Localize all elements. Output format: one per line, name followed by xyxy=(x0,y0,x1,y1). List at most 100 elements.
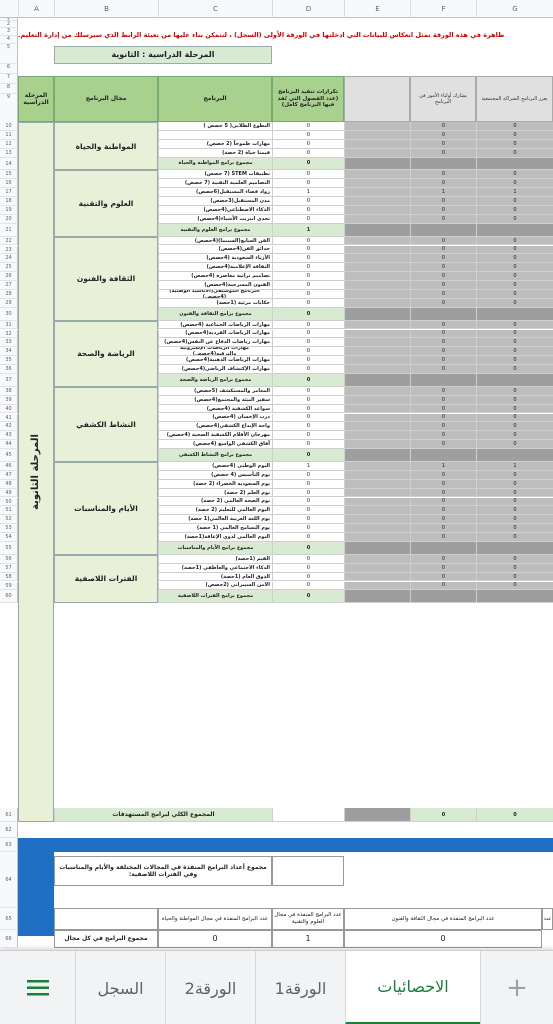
count-cell[interactable]: 0 xyxy=(272,533,344,542)
parents-cell[interactable]: 0 xyxy=(410,214,476,224)
row-header[interactable]: 24 xyxy=(0,254,18,264)
count-cell[interactable]: 0 xyxy=(272,236,344,246)
parents-cell[interactable]: 0 xyxy=(410,515,476,525)
blank-cell-e[interactable] xyxy=(344,338,410,348)
row-header[interactable]: 26 xyxy=(0,272,18,282)
parents-cell[interactable]: 0 xyxy=(410,524,476,534)
row-header[interactable]: 66 xyxy=(0,930,18,948)
row-header[interactable]: 57 xyxy=(0,563,18,573)
blank-cell-e[interactable] xyxy=(344,461,410,471)
count-cell[interactable]: 0 xyxy=(272,139,344,149)
row-header[interactable]: 10 xyxy=(0,122,18,131)
count-cell[interactable]: 1 xyxy=(272,188,344,198)
row-header[interactable]: 4 xyxy=(0,36,18,44)
blank-cell-e[interactable] xyxy=(344,329,410,339)
blank-cell-e[interactable] xyxy=(344,254,410,264)
row-header[interactable]: 42 xyxy=(0,422,18,432)
community-cell[interactable]: 0 xyxy=(476,139,553,149)
row-header[interactable]: 14 xyxy=(0,157,18,171)
row-header[interactable]: 11 xyxy=(0,130,18,140)
community-cell[interactable]: 0 xyxy=(476,413,553,423)
row-header[interactable]: 64 xyxy=(0,852,18,908)
row-header[interactable]: 25 xyxy=(0,263,18,273)
community-cell[interactable]: 0 xyxy=(476,470,553,480)
parents-cell[interactable]: 0 xyxy=(410,139,476,149)
row-header[interactable]: 28 xyxy=(0,290,18,299)
parents-cell[interactable]: 0 xyxy=(410,206,476,215)
count-cell[interactable]: 0 xyxy=(272,515,344,525)
blank-cell-e[interactable] xyxy=(344,206,410,215)
row-header[interactable]: 51 xyxy=(0,506,18,516)
row-header[interactable]: 41 xyxy=(0,413,18,423)
blank-cell-e[interactable] xyxy=(344,515,410,525)
sheet-list-menu[interactable] xyxy=(0,951,75,1024)
row-header[interactable]: 56 xyxy=(0,554,18,564)
row-header[interactable]: 27 xyxy=(0,281,18,290)
community-cell[interactable]: 0 xyxy=(476,404,553,414)
count-cell[interactable]: 0 xyxy=(272,488,344,498)
blank-cell-e[interactable] xyxy=(344,497,410,507)
count-cell[interactable]: 0 xyxy=(272,298,344,308)
blank-cell-e[interactable] xyxy=(344,188,410,198)
blank-cell-e[interactable] xyxy=(344,365,410,374)
blank-cell-e[interactable] xyxy=(344,263,410,273)
row-header[interactable]: 12 xyxy=(0,139,18,149)
row-header[interactable]: 2 xyxy=(0,21,18,28)
parents-cell[interactable]: 0 xyxy=(410,365,476,374)
count-cell[interactable]: 0 xyxy=(272,347,344,357)
blank-cell-e[interactable] xyxy=(344,298,410,308)
community-cell[interactable]: 1 xyxy=(476,461,553,471)
row-header[interactable]: 50 xyxy=(0,497,18,507)
parents-cell[interactable]: 0 xyxy=(410,170,476,180)
blank-cell-e[interactable] xyxy=(344,236,410,246)
parents-cell[interactable]: 0 xyxy=(410,254,476,264)
row-header[interactable]: 58 xyxy=(0,572,18,582)
parents-cell[interactable]: 0 xyxy=(410,581,476,591)
community-cell[interactable]: 0 xyxy=(476,440,553,450)
blank-cell-e[interactable] xyxy=(344,139,410,149)
blank-cell-e[interactable] xyxy=(344,563,410,573)
count-cell[interactable]: 0 xyxy=(272,263,344,273)
community-cell[interactable]: 0 xyxy=(476,563,553,573)
count-cell[interactable]: 0 xyxy=(272,506,344,516)
count-cell[interactable]: 0 xyxy=(272,422,344,432)
community-cell[interactable]: 0 xyxy=(476,130,553,140)
tab-sheet1[interactable]: الورقة1 xyxy=(255,951,345,1024)
row-header[interactable]: 63 xyxy=(0,838,18,852)
col-header-b[interactable]: B xyxy=(54,0,158,18)
parents-cell[interactable]: 0 xyxy=(410,563,476,573)
row-header[interactable]: 54 xyxy=(0,533,18,542)
row-header[interactable]: 23 xyxy=(0,245,18,255)
parents-cell[interactable]: 0 xyxy=(410,197,476,206)
parents-cell[interactable]: 0 xyxy=(410,320,476,330)
row-header[interactable]: 59 xyxy=(0,581,18,591)
parents-cell[interactable]: 0 xyxy=(410,404,476,414)
parents-cell[interactable]: 0 xyxy=(410,245,476,255)
row-header[interactable]: 20 xyxy=(0,214,18,224)
row-header[interactable]: 32 xyxy=(0,329,18,339)
row-header[interactable]: 33 xyxy=(0,338,18,348)
community-cell[interactable]: 0 xyxy=(476,395,553,405)
row-header[interactable]: 39 xyxy=(0,395,18,405)
row-header[interactable]: 38 xyxy=(0,386,18,396)
parents-cell[interactable]: 0 xyxy=(410,488,476,498)
blank-cell-e[interactable] xyxy=(344,214,410,224)
row-header[interactable]: 46 xyxy=(0,461,18,471)
parents-cell[interactable]: 0 xyxy=(410,395,476,405)
community-cell[interactable]: 0 xyxy=(476,272,553,282)
col-header-f[interactable]: F xyxy=(410,0,476,18)
count-cell[interactable]: 0 xyxy=(272,497,344,507)
community-cell[interactable]: 0 xyxy=(476,290,553,299)
parents-cell[interactable]: 0 xyxy=(410,338,476,348)
row-header[interactable]: 60 xyxy=(0,590,18,604)
row-header[interactable]: 65 xyxy=(0,908,18,930)
blank-cell-e[interactable] xyxy=(344,422,410,432)
row-header[interactable]: 45 xyxy=(0,449,18,462)
blank-cell-e[interactable] xyxy=(344,413,410,423)
community-cell[interactable]: 0 xyxy=(476,431,553,441)
community-cell[interactable]: 0 xyxy=(476,179,553,189)
row-header[interactable]: 37 xyxy=(0,374,18,387)
community-cell[interactable]: 0 xyxy=(476,170,553,180)
row-header[interactable]: 15 xyxy=(0,170,18,180)
parents-cell[interactable]: 0 xyxy=(410,130,476,140)
